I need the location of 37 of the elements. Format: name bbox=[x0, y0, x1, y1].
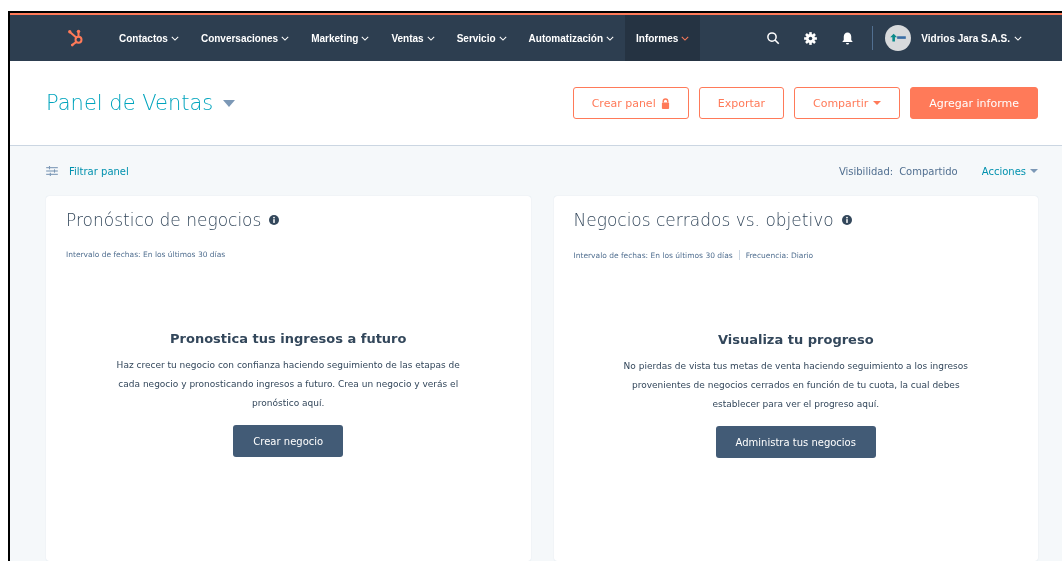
chevron-down-icon bbox=[426, 35, 435, 41]
report-title: Negocios cerrados vs. objetivo bbox=[573, 210, 834, 230]
chevron-down-icon bbox=[170, 35, 179, 41]
empty-state-heading: Pronostica tus ingresos a futuro bbox=[170, 331, 407, 346]
nav-menu-item[interactable]: Servicio bbox=[445, 15, 518, 61]
chevron-down-icon bbox=[1014, 35, 1022, 41]
nav-menu-item[interactable]: Automatización bbox=[517, 15, 626, 61]
nav-menu-item[interactable]: Informes bbox=[625, 15, 701, 61]
chevron-down-icon bbox=[681, 35, 690, 41]
empty-state-button[interactable]: Administra tus negocios bbox=[715, 426, 876, 458]
empty-state-heading: Visualiza tu progreso bbox=[717, 332, 874, 347]
chevron-down-icon bbox=[281, 35, 290, 41]
filter-sliders-icon bbox=[46, 166, 58, 176]
empty-state-button[interactable]: Crear negocio bbox=[233, 425, 344, 457]
info-icon[interactable] bbox=[269, 215, 280, 225]
chevron-down-icon bbox=[606, 35, 615, 41]
nav-menu-item[interactable]: Marketing bbox=[300, 15, 381, 61]
caret-icon bbox=[223, 99, 236, 107]
visibility-label: Visibilidad: bbox=[838, 165, 894, 177]
caret-icon bbox=[873, 101, 882, 105]
info-icon[interactable] bbox=[841, 215, 852, 225]
chevron-down-icon bbox=[498, 35, 507, 41]
empty-state-description: Haz crecer tu negocio con confianza haciendo seguimiento de las etapas de cada negocio y pronosticando ingresos a futuro. Crea un negocio y verás el pronóstico aquí. bbox=[115, 359, 461, 410]
empty-state-description: No pierdas de vista tus metas de venta haciendo seguimiento a los ingresos provenientes de negocios cerrados en función de tu cuota, la cual debes establecer para ver el progreso aquí. bbox=[622, 360, 969, 411]
filter-dashboard-link[interactable]: Filtrar panel bbox=[69, 165, 129, 177]
account-avatar-icon[interactable] bbox=[885, 25, 912, 51]
lock-icon bbox=[660, 97, 670, 109]
report-title: Pronóstico de negocios bbox=[66, 210, 262, 230]
actions-dropdown[interactable]: Acciones bbox=[981, 165, 1038, 177]
nav-menu-item[interactable]: Ventas bbox=[380, 15, 446, 61]
nav-menu-item[interactable]: Conversaciones bbox=[189, 15, 301, 61]
caret-icon bbox=[1030, 169, 1038, 173]
account-menu[interactable]: Vidrios Jara S.A.S. bbox=[921, 32, 1022, 44]
search-icon[interactable] bbox=[766, 30, 782, 46]
chevron-down-icon bbox=[361, 35, 370, 41]
nav-menu-item[interactable]: Contactos bbox=[108, 15, 190, 61]
visibility-value: Compartido bbox=[899, 165, 958, 177]
